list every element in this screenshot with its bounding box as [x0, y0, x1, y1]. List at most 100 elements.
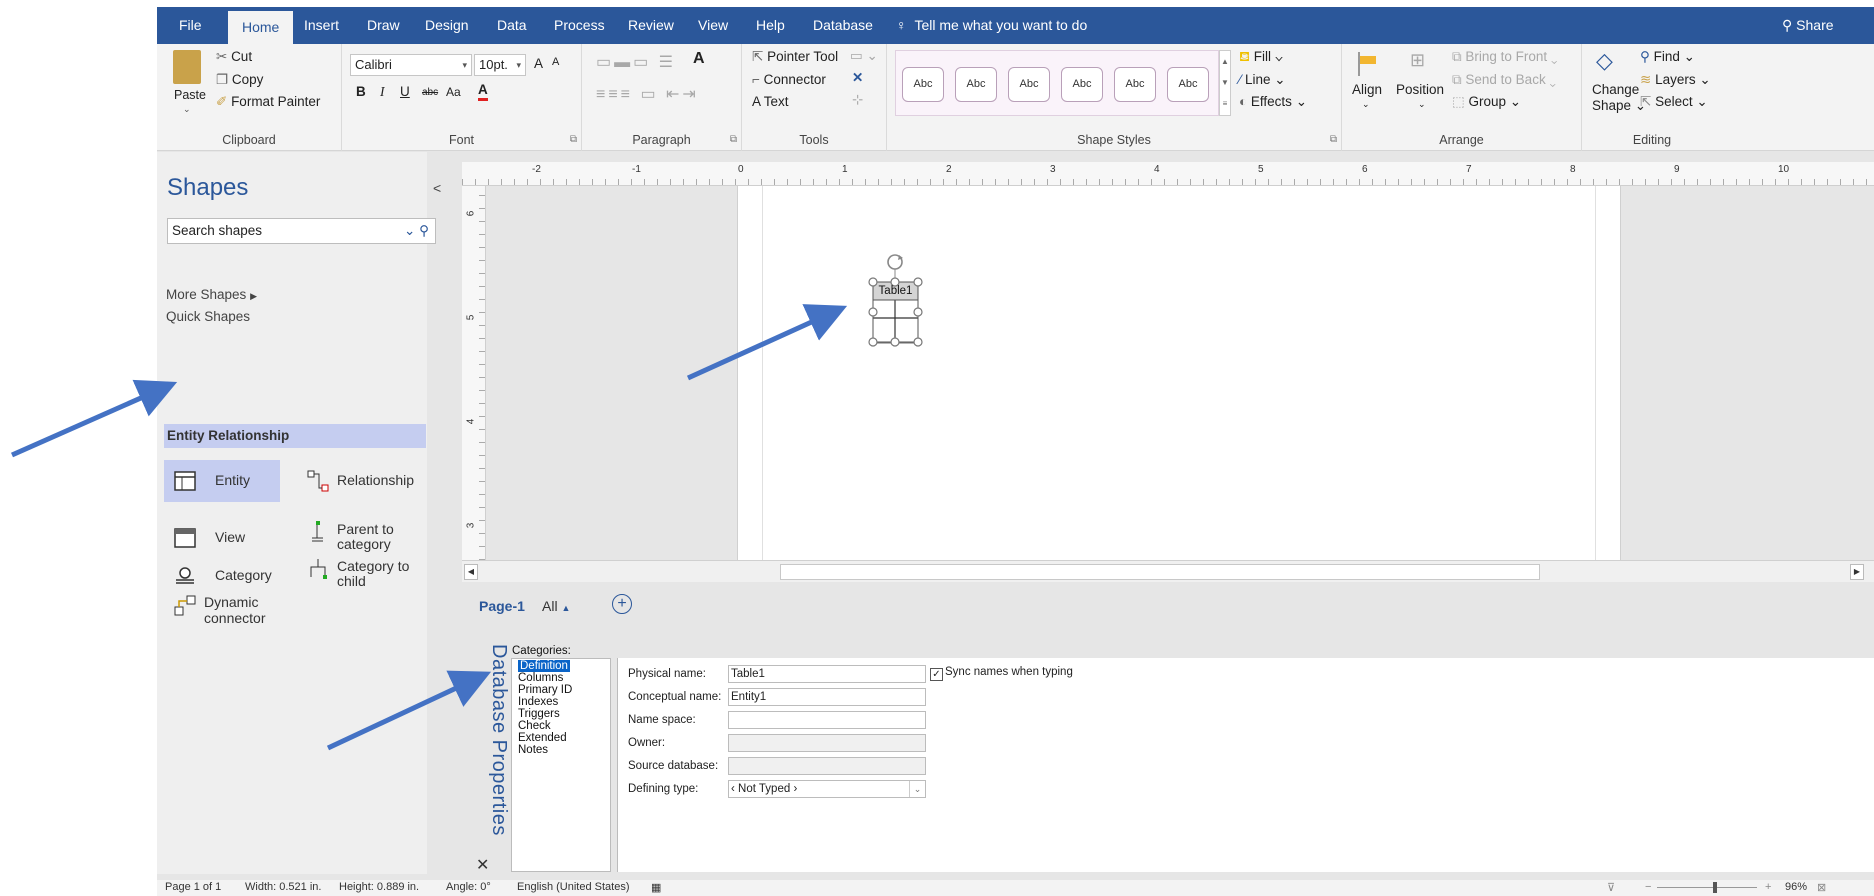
tab-page-1[interactable]: Page-1 [479, 598, 525, 614]
entity-relationship-stencil[interactable]: Entity Relationship [164, 424, 426, 448]
collapse-pane-icon[interactable]: < [433, 180, 441, 196]
category-columns[interactable]: Columns [518, 672, 563, 684]
font-color-button[interactable]: A [478, 82, 488, 101]
align-button[interactable]: Align [1352, 82, 1382, 97]
defining-type-select[interactable]: ‹ Not Typed › ⌄ [728, 780, 926, 798]
add-page-icon[interactable]: + [612, 594, 632, 614]
all-pages-button[interactable]: All ▲ [542, 598, 570, 614]
paragraph-align-icons[interactable]: ≡≡≡ ▭ ⇤⇥ [596, 84, 699, 104]
italic-button[interactable]: I [380, 84, 385, 100]
tab-data[interactable]: Data [497, 7, 527, 44]
select-button[interactable]: ⇱ Select ⌄ [1640, 94, 1708, 110]
zoom-level[interactable]: 96% [1785, 881, 1807, 893]
align-top-icons[interactable]: ▭▬▭ ☰ [596, 52, 676, 72]
zoom-in-icon[interactable]: + [1765, 881, 1771, 893]
connector-button[interactable]: ⌐ Connector [752, 72, 826, 87]
format-painter-button[interactable]: ✐ Format Painter [216, 94, 320, 110]
dialog-launcher-icon[interactable]: ⧉ [570, 134, 577, 145]
fit-page-icon[interactable]: ⊠ [1817, 881, 1826, 894]
drawing-page[interactable] [737, 186, 1621, 560]
copy-button[interactable]: ❐ Copy [216, 72, 263, 88]
tab-design[interactable]: Design [425, 7, 469, 44]
rectangle-tool-icon[interactable]: ▭ ⌄ [850, 48, 878, 64]
paste-dropdown-icon[interactable]: ⌄ [183, 104, 191, 115]
underline-button[interactable]: U [400, 84, 410, 99]
font-size-select[interactable]: 10pt. ▾ [474, 54, 526, 76]
effects-button[interactable]: ◐ Effects ⌄ [1239, 94, 1307, 110]
share-button[interactable]: ⚲ Share [1782, 7, 1834, 44]
sync-names-checkbox[interactable]: ✓ Sync names when typing [930, 666, 1073, 681]
search-shapes-input[interactable]: Search shapes ⌄ ⚲ [167, 218, 436, 244]
fill-button[interactable]: ⛾ Fill ⌄ [1239, 49, 1283, 67]
category-definition[interactable]: Definition [518, 660, 570, 672]
tab-insert[interactable]: Insert [304, 7, 339, 44]
strikethrough-button[interactable]: abc [422, 87, 438, 98]
tab-draw[interactable]: Draw [367, 7, 400, 44]
category-triggers[interactable]: Triggers [518, 708, 560, 720]
physical-name-field[interactable]: Table1 [728, 665, 926, 683]
tab-view[interactable]: View [698, 7, 728, 44]
macro-recording-icon[interactable]: ▦ [651, 881, 661, 894]
table1-shape[interactable]: Table1 [865, 252, 925, 355]
bold-button[interactable]: B [356, 84, 366, 99]
zoom-slider[interactable] [1657, 887, 1757, 888]
status-page[interactable]: Page 1 of 1 [165, 881, 221, 893]
close-icon[interactable]: ✕ [476, 855, 489, 875]
tab-file[interactable]: File [179, 7, 202, 44]
close-icon[interactable]: ✕ [852, 70, 863, 86]
tab-process[interactable]: Process [554, 7, 605, 44]
send-to-back-button[interactable]: ⧉ Send to Back ⌄ [1452, 72, 1556, 88]
category-check[interactable]: Check [518, 720, 551, 732]
tab-help[interactable]: Help [756, 7, 785, 44]
text-tool-button[interactable]: A Text [752, 94, 789, 109]
cut-button[interactable]: ✂ Cut [216, 49, 252, 65]
change-case-button[interactable]: Aa [446, 85, 461, 99]
change-shape-label-2[interactable]: Shape ⌄ [1592, 98, 1646, 114]
line-button[interactable]: ⁄ Line ⌄ [1239, 72, 1286, 88]
scroll-right-icon[interactable]: ▶ [1850, 564, 1864, 580]
category-notes[interactable]: Notes [518, 744, 548, 756]
change-shape-button[interactable]: Change [1592, 82, 1639, 97]
layers-button[interactable]: ≋ Layers ⌄ [1640, 72, 1711, 88]
chevron-down-icon[interactable]: ⌄ [1418, 99, 1426, 110]
font-family-select[interactable]: Calibri ▾ [350, 54, 472, 76]
tell-me-box[interactable]: ♀ Tell me what you want to do [896, 7, 1087, 44]
category-primary-id[interactable]: Primary ID [518, 684, 572, 696]
scroll-left-icon[interactable]: ◀ [464, 564, 478, 580]
tab-database[interactable]: Database [813, 7, 873, 44]
zoom-slider-thumb[interactable] [1713, 882, 1717, 893]
bring-to-front-button[interactable]: ⧉ Bring to Front ⌄ [1452, 49, 1557, 65]
text-direction-icon[interactable]: A [693, 50, 705, 68]
category-extended[interactable]: Extended [518, 732, 567, 744]
category-indexes[interactable]: Indexes [518, 696, 558, 708]
style-sample-3[interactable]: Abc [1008, 67, 1050, 102]
conceptual-name-field[interactable]: Entity1 [728, 688, 926, 706]
more-shapes-link[interactable]: More Shapes ▶ [166, 287, 257, 302]
status-language[interactable]: English (United States) [517, 881, 630, 893]
zoom-out-icon[interactable]: − [1645, 881, 1651, 893]
style-sample-4[interactable]: Abc [1061, 67, 1103, 102]
style-sample-1[interactable]: Abc [902, 67, 944, 102]
style-sample-5[interactable]: Abc [1114, 67, 1156, 102]
tab-home[interactable]: Home [228, 11, 294, 44]
gallery-scroll[interactable]: ▲ ▼ ≡ [1219, 50, 1231, 116]
scroll-thumb[interactable] [780, 564, 1540, 580]
grow-font-button[interactable]: A [534, 56, 543, 71]
pointer-tool-button[interactable]: ⇱ Pointer Tool [752, 49, 838, 65]
horizontal-scrollbar[interactable]: ◀ ▶ [462, 560, 1874, 582]
find-button[interactable]: ⚲ Find ⌄ [1640, 49, 1695, 65]
quick-shapes-link[interactable]: Quick Shapes [166, 309, 250, 324]
paste-button[interactable]: Paste [174, 88, 206, 102]
chevron-down-icon[interactable]: ⌄ [909, 781, 925, 797]
dialog-launcher-icon[interactable]: ⧉ [730, 134, 737, 145]
tab-review[interactable]: Review [628, 7, 674, 44]
dialog-launcher-icon[interactable]: ⧉ [1330, 134, 1337, 145]
position-button[interactable]: Position [1396, 82, 1444, 97]
style-sample-2[interactable]: Abc [955, 67, 997, 102]
filter-icon[interactable]: ⊽ [1607, 881, 1615, 894]
name-space-field[interactable] [728, 711, 926, 729]
connection-point-icon[interactable]: ⊹ [852, 92, 863, 108]
group-button[interactable]: ⬚ Group ⌄ [1452, 94, 1521, 110]
chevron-down-icon[interactable]: ⌄ [1362, 99, 1370, 110]
style-sample-6[interactable]: Abc [1167, 67, 1209, 102]
